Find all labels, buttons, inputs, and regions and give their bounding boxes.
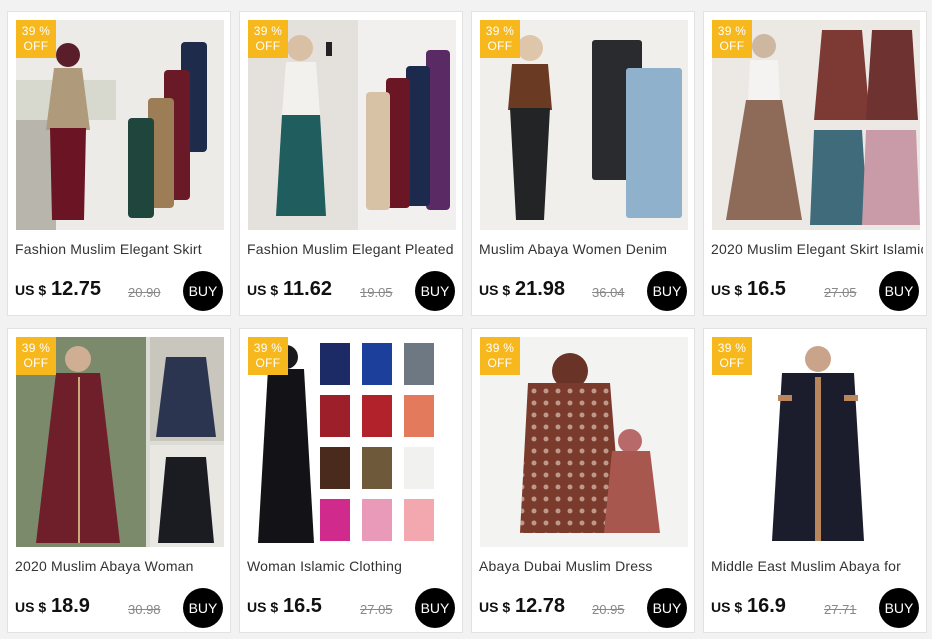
product-image[interactable]: 39 % OFF — [480, 337, 688, 547]
discount-badge: 39 % OFF — [712, 337, 752, 375]
product-image[interactable]: 39 % OFF — [712, 20, 920, 230]
sale-price: 21.98 — [515, 278, 566, 300]
buy-button[interactable]: BUY — [183, 271, 223, 311]
discount-badge: 39 % OFF — [248, 337, 288, 375]
original-price: 36.04 — [592, 285, 625, 300]
original-price: 27.05 — [824, 285, 857, 300]
discount-percent: 39 % — [253, 341, 283, 355]
buy-button[interactable]: BUY — [415, 271, 455, 311]
discount-off-label: OFF — [255, 356, 281, 370]
product-card[interactable]: 39 % OFF 2020 Muslim Elegant Skirt Islam… — [703, 11, 927, 316]
discount-badge: 39 % OFF — [16, 20, 56, 58]
product-title[interactable]: Muslim Abaya Women Denim — [479, 241, 691, 257]
sale-price: 16.5 — [283, 595, 322, 617]
product-card[interactable]: 39 % OFF Fashion Muslim Elegant Skirt US… — [7, 11, 231, 316]
product-image[interactable]: 39 % OFF — [248, 20, 456, 230]
discount-badge: 39 % OFF — [248, 20, 288, 58]
product-card[interactable]: 39 % OFF Muslim Abaya Women Denim US $ 2… — [471, 11, 695, 316]
sale-price: 16.9 — [747, 595, 786, 617]
discount-percent: 39 % — [717, 341, 747, 355]
discount-percent: 39 % — [253, 24, 283, 38]
currency-label: US $ — [247, 599, 279, 615]
currency-label: US $ — [711, 599, 743, 615]
buy-button[interactable]: BUY — [183, 588, 223, 628]
sale-price: 12.75 — [51, 278, 102, 300]
discount-badge: 39 % OFF — [712, 20, 752, 58]
discount-badge: 39 % OFF — [16, 337, 56, 375]
original-price: 30.98 — [128, 602, 161, 617]
sale-price: 16.5 — [747, 278, 786, 300]
product-image[interactable]: 39 % OFF — [712, 337, 920, 547]
discount-percent: 39 % — [485, 341, 515, 355]
product-image[interactable]: 39 % OFF — [16, 20, 224, 230]
buy-button[interactable]: BUY — [415, 588, 455, 628]
product-title[interactable]: Woman Islamic Clothing — [247, 558, 459, 574]
product-grid: 39 % OFF Fashion Muslim Elegant Skirt US… — [0, 0, 932, 639]
discount-off-label: OFF — [23, 39, 49, 53]
product-title[interactable]: 2020 Muslim Abaya Woman — [15, 558, 227, 574]
discount-percent: 39 % — [21, 24, 51, 38]
discount-percent: 39 % — [485, 24, 515, 38]
sale-price: 11.62 — [283, 278, 332, 300]
discount-percent: 39 % — [717, 24, 747, 38]
product-title[interactable]: Middle East Muslim Abaya for — [711, 558, 923, 574]
product-title[interactable]: Fashion Muslim Elegant Skirt — [15, 241, 227, 257]
product-card[interactable]: 39 % OFF Abaya Dubai Muslim Dress US $ 1… — [471, 328, 695, 633]
original-price: 27.05 — [360, 602, 393, 617]
currency-label: US $ — [15, 599, 47, 615]
discount-off-label: OFF — [487, 356, 513, 370]
product-image[interactable]: 39 % OFF — [16, 337, 224, 547]
currency-label: US $ — [15, 282, 47, 298]
discount-percent: 39 % — [21, 341, 51, 355]
original-price: 20.90 — [128, 285, 161, 300]
product-card[interactable]: 39 % OFF Woman Islamic Clothing US $ 16.… — [239, 328, 463, 633]
sale-price: 18.9 — [51, 595, 90, 617]
buy-button[interactable]: BUY — [879, 271, 919, 311]
product-title[interactable]: Abaya Dubai Muslim Dress — [479, 558, 691, 574]
discount-off-label: OFF — [255, 39, 281, 53]
original-price: 27.71 — [824, 602, 857, 617]
product-card[interactable]: 39 % OFF Middle East Muslim Abaya for US… — [703, 328, 927, 633]
product-title[interactable]: Fashion Muslim Elegant Pleated — [247, 241, 459, 257]
product-card[interactable]: 39 % OFF 2020 Muslim Abaya Woman US $ 18… — [7, 328, 231, 633]
buy-button[interactable]: BUY — [647, 588, 687, 628]
buy-button[interactable]: BUY — [879, 588, 919, 628]
discount-off-label: OFF — [23, 356, 49, 370]
currency-label: US $ — [479, 282, 511, 298]
buy-button[interactable]: BUY — [647, 271, 687, 311]
original-price: 20.95 — [592, 602, 625, 617]
discount-badge: 39 % OFF — [480, 20, 520, 58]
product-card[interactable]: 39 % OFF Fashion Muslim Elegant Pleated … — [239, 11, 463, 316]
discount-off-label: OFF — [719, 39, 745, 53]
discount-off-label: OFF — [719, 356, 745, 370]
original-price: 19.05 — [360, 285, 393, 300]
sale-price: 12.78 — [515, 595, 566, 617]
currency-label: US $ — [479, 599, 511, 615]
discount-off-label: OFF — [487, 39, 513, 53]
discount-badge: 39 % OFF — [480, 337, 520, 375]
currency-label: US $ — [247, 282, 279, 298]
currency-label: US $ — [711, 282, 743, 298]
product-title[interactable]: 2020 Muslim Elegant Skirt Islamic — [711, 241, 923, 257]
product-image[interactable]: 39 % OFF — [248, 337, 456, 547]
product-image[interactable]: 39 % OFF — [480, 20, 688, 230]
